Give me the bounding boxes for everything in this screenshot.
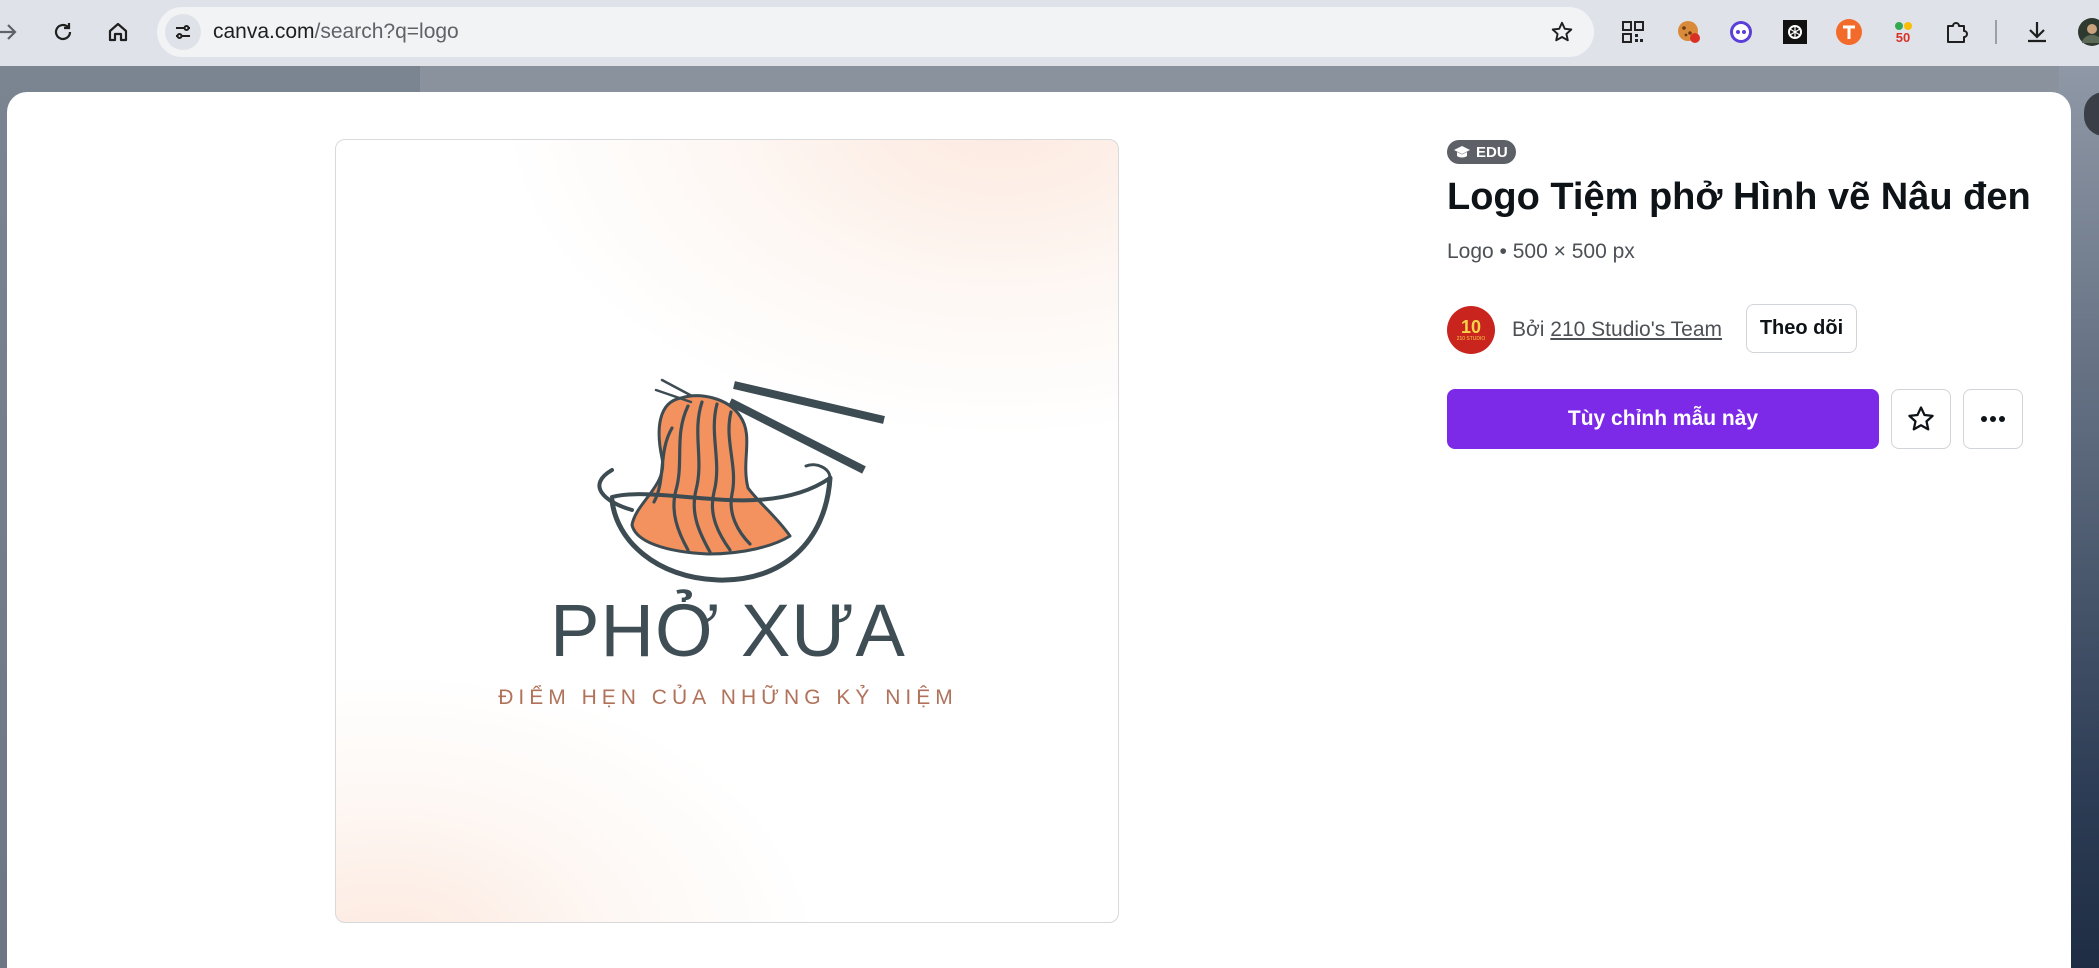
- logo-tagline: ĐIỂM HẸN CỦA NHỮNG KỶ NIỆM: [498, 686, 958, 709]
- avatar: [2078, 18, 2099, 46]
- home-icon: [108, 22, 128, 42]
- downloads-button[interactable]: [2020, 15, 2054, 49]
- tune-icon: [176, 25, 190, 39]
- template-preview[interactable]: PHỞ XƯA ĐIỂM HẸN CỦA NHỮNG KỶ NIỆM: [335, 139, 1119, 923]
- qr-code-icon: [1622, 21, 1644, 43]
- site-info-button[interactable]: [165, 14, 201, 50]
- extension-translate[interactable]: [1832, 15, 1866, 49]
- reload-icon: [54, 23, 72, 41]
- extension-chatgpt[interactable]: [1778, 15, 1812, 49]
- logo-brand-name: PHỞ XƯA: [550, 589, 906, 672]
- extension-cookie[interactable]: [1672, 15, 1706, 49]
- extension-50[interactable]: 50: [1886, 15, 1920, 49]
- toolbar-divider: [1995, 20, 1997, 44]
- 50-percent-icon: 50: [1895, 22, 1912, 45]
- favorite-button[interactable]: [1891, 389, 1951, 449]
- chatgpt-icon: [1783, 20, 1807, 44]
- author-avatar-subtext: 210 STUDIO: [1456, 336, 1486, 342]
- profile-avatar[interactable]: [2075, 15, 2099, 49]
- robot-face-icon: [1730, 21, 1752, 43]
- svg-text:50: 50: [1896, 30, 1910, 45]
- puzzle-icon: [1947, 22, 1968, 43]
- cookie-icon: [1678, 21, 1700, 43]
- extension-qr[interactable]: [1616, 15, 1650, 49]
- more-horizontal-icon: [1981, 416, 2005, 422]
- translate-t-icon: [1836, 19, 1862, 45]
- more-options-button[interactable]: [1963, 389, 2023, 449]
- forward-button[interactable]: [0, 10, 30, 54]
- browser-toolbar: canva.com/search?q=logo 50: [0, 0, 2099, 66]
- extensions-button[interactable]: [1940, 15, 1974, 49]
- author-avatar-text: 10: [1460, 317, 1482, 337]
- edu-badge: EDU: [1447, 140, 1516, 164]
- customize-template-button[interactable]: Tùy chỉnh mẫu này: [1447, 389, 1879, 449]
- template-title: Logo Tiệm phở Hình vẽ Nâu đen: [1447, 176, 2031, 218]
- arrow-right-icon: [0, 24, 17, 40]
- author-byline: Bởi 210 Studio's Team: [1512, 318, 1722, 342]
- address-bar[interactable]: canva.com/search?q=logo: [157, 7, 1594, 57]
- extension-robot[interactable]: [1724, 15, 1758, 49]
- url-text[interactable]: canva.com/search?q=logo: [213, 20, 459, 44]
- url-path: /search?q=logo: [314, 20, 459, 43]
- url-host: canva.com: [213, 20, 315, 43]
- reload-button[interactable]: [41, 10, 85, 54]
- edu-badge-label: EDU: [1476, 143, 1508, 161]
- noodle-bowl-chopsticks-icon: [597, 378, 885, 583]
- author-link[interactable]: 210 Studio's Team: [1550, 318, 1722, 341]
- byline-prefix: Bởi: [1512, 318, 1545, 341]
- graduation-cap-icon: [1454, 146, 1470, 158]
- home-button[interactable]: [96, 10, 140, 54]
- star-outline-icon: [1908, 406, 1934, 431]
- template-meta: Logo • 500 × 500 px: [1447, 240, 1635, 263]
- author-avatar[interactable]: 10 210 STUDIO: [1447, 306, 1495, 354]
- download-icon: [2028, 22, 2046, 43]
- follow-button[interactable]: Theo dõi: [1746, 304, 1857, 353]
- star-outline-icon: [1551, 21, 1573, 42]
- bookmark-button[interactable]: [1548, 18, 1576, 46]
